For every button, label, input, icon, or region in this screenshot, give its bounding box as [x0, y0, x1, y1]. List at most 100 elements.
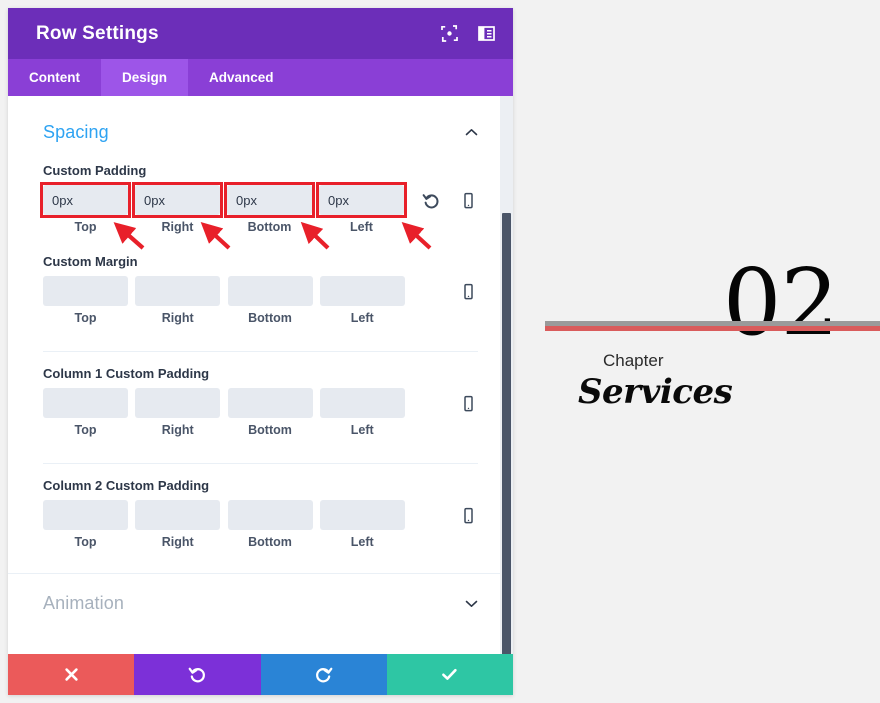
custom-padding-inputs: Top Right Bottom — [40, 182, 478, 234]
cancel-button[interactable] — [8, 654, 135, 695]
layout-panel-icon[interactable] — [477, 25, 495, 43]
section-animation: Animation — [8, 574, 513, 654]
margin-right-cell: Right — [135, 276, 227, 325]
row-settings-panel: Row Settings Content Design Advanced Spa… — [8, 8, 513, 695]
chapter-kicker: Chapter — [603, 351, 664, 370]
field-group-custom-padding: Custom Padding Top Right — [8, 163, 513, 234]
mobile-device-icon[interactable] — [458, 281, 478, 301]
col2-bottom-cell: Bottom — [227, 500, 320, 549]
mobile-device-icon[interactable] — [458, 393, 478, 413]
save-button[interactable] — [386, 654, 513, 695]
tab-content[interactable]: Content — [8, 59, 101, 96]
col2-left-input[interactable] — [319, 500, 405, 530]
col2-spacer — [422, 505, 441, 525]
padding-right-input[interactable] — [135, 185, 220, 215]
padding-bottom-input[interactable] — [227, 185, 312, 215]
padding-row-tools — [421, 185, 478, 210]
padding-top-cell: Top — [40, 182, 135, 234]
col1-spacer — [422, 393, 441, 413]
page-title: Row Settings — [36, 22, 159, 44]
page-preview-area: 02 Chapter Services — [520, 0, 880, 703]
col1-top-input[interactable] — [43, 388, 128, 418]
chapter-title: Services — [578, 372, 733, 412]
padding-bottom-cell: Bottom — [224, 182, 319, 234]
padding-bottom-label: Bottom — [247, 220, 292, 234]
panel-scrollbar-track[interactable] — [500, 96, 513, 654]
margin-bottom-input[interactable] — [227, 276, 313, 306]
padding-left-cell: Left — [316, 182, 411, 234]
section-animation-header[interactable]: Animation — [8, 574, 513, 632]
col1-right-label: Right — [161, 423, 194, 437]
padding-top-label: Top — [74, 220, 97, 234]
padding-right-label: Right — [161, 220, 194, 234]
col1-left-input[interactable] — [319, 388, 405, 418]
divider — [43, 463, 478, 464]
column1-padding-inputs: Top Right Bottom Left — [43, 388, 478, 437]
panel-footer — [8, 654, 513, 695]
col2-right-label: Right — [161, 535, 194, 549]
section-spacing-header[interactable]: Spacing — [8, 96, 513, 143]
padding-left-label: Left — [350, 220, 373, 234]
mobile-device-icon[interactable] — [458, 505, 478, 525]
margin-left-cell: Left — [319, 276, 412, 325]
margin-bottom-label: Bottom — [248, 311, 292, 325]
column1-row-tools — [422, 388, 478, 413]
field-group-column1-padding: Column 1 Custom Padding Top Right Bottom… — [8, 366, 513, 437]
undo-button[interactable] — [134, 654, 261, 695]
focus-target-icon[interactable] — [440, 25, 458, 43]
screen: Row Settings Content Design Advanced Spa… — [0, 0, 880, 703]
col2-left-cell: Left — [319, 500, 412, 549]
padding-right-cell: Right — [132, 182, 227, 234]
col2-top-input[interactable] — [43, 500, 128, 530]
col1-bottom-input[interactable] — [227, 388, 313, 418]
label-custom-padding: Custom Padding — [43, 163, 147, 178]
col1-bottom-label: Bottom — [248, 423, 292, 437]
col2-right-input[interactable] — [135, 500, 221, 530]
margin-right-label: Right — [161, 311, 194, 325]
chapter-number: 02 — [722, 249, 839, 356]
reset-arrow-icon[interactable] — [421, 190, 441, 210]
divider-rule-red — [545, 326, 880, 331]
margin-left-label: Left — [350, 311, 374, 325]
col2-right-cell: Right — [135, 500, 227, 549]
label-column1-padding: Column 1 Custom Padding — [43, 366, 210, 381]
tab-advanced[interactable]: Advanced — [188, 59, 295, 96]
col2-left-label: Left — [350, 535, 374, 549]
section-spacing-title: Spacing — [43, 122, 109, 142]
margin-row-tools — [422, 276, 478, 301]
chevron-up-icon[interactable] — [463, 125, 479, 141]
col2-bottom-label: Bottom — [248, 535, 292, 549]
redo-button[interactable] — [260, 654, 387, 695]
margin-top-cell: Top — [43, 276, 135, 325]
margin-spacer — [422, 281, 441, 301]
section-spacing: Spacing Custom Padding Top — [8, 96, 513, 574]
field-group-column2-padding: Column 2 Custom Padding Top Right Bottom… — [8, 478, 513, 549]
margin-left-input[interactable] — [319, 276, 405, 306]
margin-bottom-cell: Bottom — [227, 276, 320, 325]
mobile-device-icon[interactable] — [458, 190, 478, 210]
col1-left-cell: Left — [319, 388, 412, 437]
panel-scrollbar-thumb[interactable] — [502, 213, 511, 654]
col1-right-input[interactable] — [135, 388, 221, 418]
col1-right-cell: Right — [135, 388, 227, 437]
panel-header: Row Settings — [8, 8, 513, 59]
padding-top-input[interactable] — [43, 185, 128, 215]
column2-padding-inputs: Top Right Bottom Left — [43, 500, 478, 549]
field-group-custom-margin: Custom Margin Top Right Bottom Left — [8, 254, 513, 325]
header-icon-group — [440, 25, 495, 43]
chapter-heading-block: 02 Chapter Services — [545, 257, 880, 415]
panel-scroll-body: Spacing Custom Padding Top — [8, 96, 513, 654]
tab-design[interactable]: Design — [101, 59, 189, 96]
padding-left-input[interactable] — [319, 185, 404, 215]
chevron-down-icon[interactable] — [463, 596, 479, 612]
col2-top-label: Top — [74, 535, 97, 549]
section-animation-title: Animation — [43, 593, 124, 613]
margin-top-input[interactable] — [43, 276, 128, 306]
label-column2-padding: Column 2 Custom Padding — [43, 478, 210, 493]
col1-left-label: Left — [350, 423, 374, 437]
margin-right-input[interactable] — [135, 276, 221, 306]
custom-margin-inputs: Top Right Bottom Left — [43, 276, 478, 325]
col2-bottom-input[interactable] — [227, 500, 313, 530]
column2-row-tools — [422, 500, 478, 525]
col1-top-cell: Top — [43, 388, 135, 437]
